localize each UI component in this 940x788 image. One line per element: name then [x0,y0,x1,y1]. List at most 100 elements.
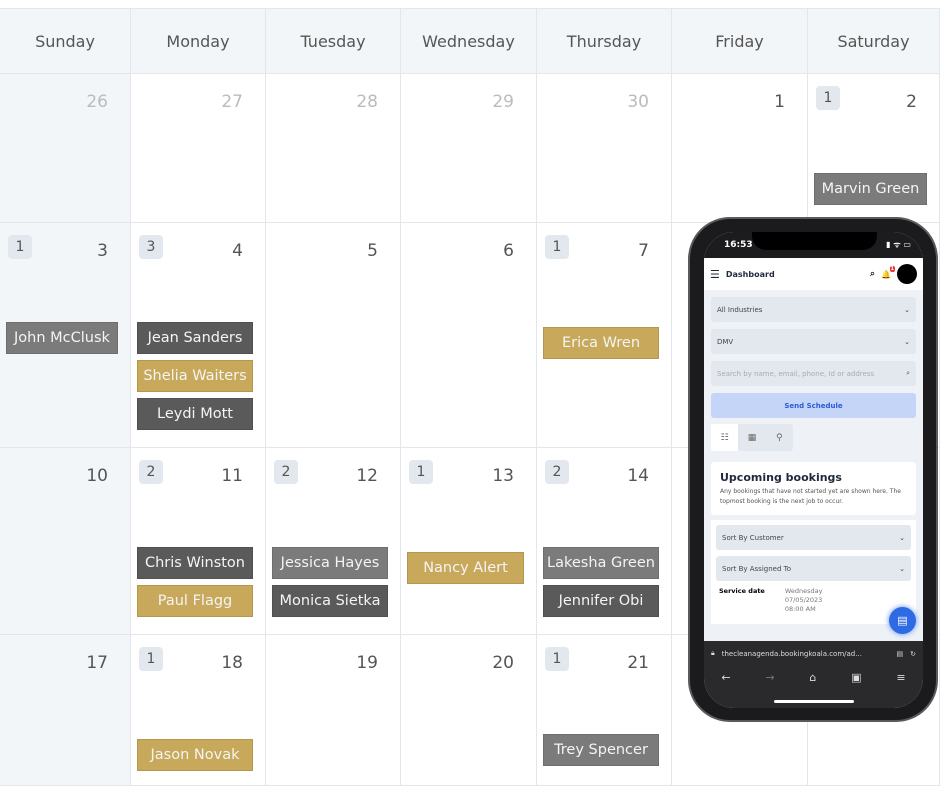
calendar-event[interactable]: Jennifer Obi [543,585,659,617]
signal-wifi-battery-icon: ▮ ᯤ ▭ [886,240,911,249]
calendar-event[interactable]: Leydi Mott [137,398,253,430]
event-count-badge[interactable]: 2 [274,460,298,484]
calendar-event[interactable]: Jason Novak [137,739,253,771]
event-count-badge[interactable]: 1 [139,647,163,671]
event-count-badge[interactable]: 1 [545,647,569,671]
calendar-event[interactable]: Chris Winston [137,547,253,579]
sort-assigned-select[interactable]: Sort By Assigned To ⌄ [716,556,911,581]
day-cell[interactable]: 2 1 Marvin Green [808,74,940,223]
day-cell[interactable]: 5 [266,223,401,448]
calendar-event[interactable]: Jean Sanders [137,322,253,354]
menu-icon[interactable]: ☰ [710,268,720,281]
calendar-event[interactable]: Shelia Waiters [137,360,253,392]
day-cell[interactable]: 18 1 Jason Novak [131,635,266,786]
event-count-badge[interactable]: 2 [139,460,163,484]
phone-mockup: 16:53 ▮ ᯤ ▭ ☰ Dashboard ⌕ 🔔 1 All Industri… [688,217,938,722]
event-count-badge[interactable]: 1 [8,235,32,259]
home-icon[interactable]: ⌂ [809,671,816,684]
region-select-value: DMV [717,337,734,346]
day-number: 13 [492,466,514,486]
reload-icon[interactable]: ↻ [910,650,916,658]
browser-menu-icon[interactable]: ≡ [896,671,905,684]
day-cell[interactable]: 21 1 Trey Spencer [537,635,672,786]
day-cell[interactable]: 1 [672,74,808,223]
day-cell[interactable]: 28 [266,74,401,223]
chevron-down-icon: ⌄ [899,564,905,573]
back-icon[interactable]: ← [721,671,730,684]
calendar-event[interactable]: Erica Wren [543,327,659,359]
bell-icon[interactable]: 🔔 1 [881,265,895,279]
search-placeholder: Search by name, email, phone, Id or addr… [717,369,875,378]
search-icon: ⌕ [906,369,910,377]
search-icon[interactable]: ⌕ [870,269,875,279]
weekday-header: Monday [131,9,266,74]
day-number: 27 [221,92,243,112]
industry-select[interactable]: All Industries ⌄ [711,297,916,322]
event-count-badge[interactable]: 2 [545,460,569,484]
service-day: Wednesday [784,587,823,595]
day-cell[interactable]: 7 1 Erica Wren [537,223,672,448]
day-cell[interactable]: 6 [401,223,537,448]
event-count-badge[interactable]: 3 [139,235,163,259]
chat-icon: ▤ [897,614,908,627]
day-cell[interactable]: 3 1 John McClusk [0,223,131,448]
day-cell[interactable]: 10 [0,448,131,635]
day-number: 2 [906,92,917,112]
calendar-event[interactable]: Monica Sietka [272,585,388,617]
event-count-badge[interactable]: 1 [545,235,569,259]
day-cell[interactable]: 26 [0,74,131,223]
calendar-event[interactable]: John McClusk [6,322,118,354]
event-count-badge[interactable]: 1 [409,460,433,484]
calendar-view-icon[interactable]: ▦ [738,424,765,451]
address-bar[interactable]: 🔒︎ thecleanagenda.bookingkoala.com/ad... ▤… [704,641,923,666]
calendar-event[interactable]: Paul Flagg [137,585,253,617]
send-schedule-button[interactable]: Send Schedule [711,393,916,418]
chevron-down-icon: ⌄ [904,337,910,346]
list-view-icon[interactable]: ☷ [711,424,739,451]
map-pin-icon[interactable]: ⚲ [766,424,793,451]
day-cell[interactable]: 12 2 Jessica Hayes Monica Sietka [266,448,401,635]
day-cell[interactable]: 19 [266,635,401,786]
card-description: Any bookings that have not started yet a… [720,488,901,505]
day-number: 20 [492,653,514,673]
day-number: 17 [86,653,108,673]
day-number: 1 [774,92,785,112]
calendar-event[interactable]: Lakesha Green [543,547,659,579]
sort-customer-value: Sort By Customer [722,533,784,542]
forward-icon[interactable]: → [765,671,774,684]
day-cell[interactable]: 4 3 Jean Sanders Shelia Waiters Leydi Mott [131,223,266,448]
weekday-header: Tuesday [266,9,401,74]
chat-button[interactable]: ▤ [889,607,916,634]
status-bar: 16:53 ▮ ᯤ ▭ [704,232,923,258]
phone-screen: 16:53 ▮ ᯤ ▭ ☰ Dashboard ⌕ 🔔 1 All Industri… [704,232,923,708]
clock: 16:53 [724,240,753,250]
service-date: 07/05/2023 [784,596,823,604]
sort-customer-select[interactable]: Sort By Customer ⌄ [716,525,911,550]
page-title: Dashboard [725,269,775,279]
notification-badge: 1 [889,265,895,272]
day-cell[interactable]: 13 1 Nancy Alert [401,448,537,635]
calendar-event[interactable]: Nancy Alert [407,552,524,584]
day-cell[interactable]: 30 [537,74,672,223]
day-number: 12 [356,466,378,486]
day-cell[interactable]: 14 2 Lakesha Green Jennifer Obi [537,448,672,635]
day-cell[interactable]: 20 [401,635,537,786]
calendar-event[interactable]: Jessica Hayes [272,547,388,579]
day-cell[interactable]: 27 [131,74,266,223]
region-select[interactable]: DMV ⌄ [711,329,916,354]
weekday-header: Thursday [537,9,672,74]
day-cell[interactable]: 11 2 Chris Winston Paul Flagg [131,448,266,635]
calendar-event[interactable]: Trey Spencer [543,734,659,766]
tabs-icon[interactable]: ▣ [851,671,861,684]
search-input[interactable]: Search by name, email, phone, Id or addr… [711,361,916,386]
day-cell[interactable]: 29 [401,74,537,223]
event-count-badge[interactable]: 1 [816,86,840,110]
service-date-row: Service date Wednesday 07/05/2023 08:00 AM [716,587,911,614]
reader-icon[interactable]: ▤ [897,650,904,658]
avatar[interactable] [897,264,917,284]
weekday-header: Wednesday [401,9,537,74]
service-date-label: Service date [719,587,765,595]
day-cell[interactable]: 17 [0,635,131,786]
calendar-event[interactable]: Marvin Green [814,173,927,205]
day-number: 19 [356,653,378,673]
